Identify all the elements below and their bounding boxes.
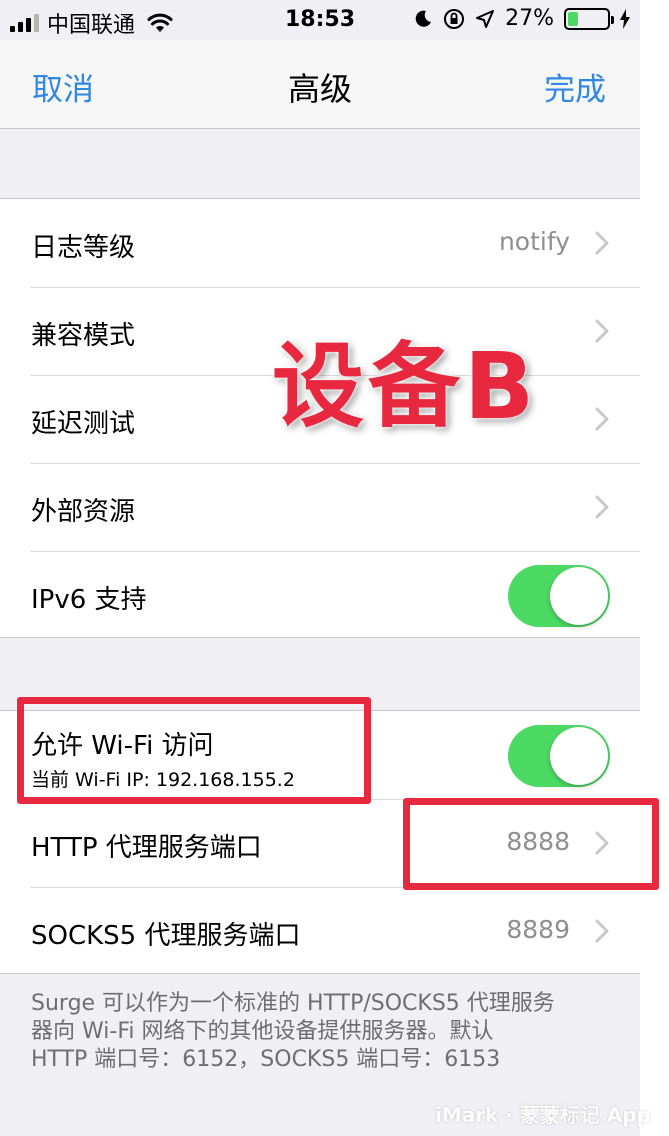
battery-fill	[568, 11, 579, 26]
chevron-right-icon	[595, 919, 610, 943]
log-level-label: 日志等级	[31, 233, 136, 263]
external-resources-row[interactable]: 外部资源	[0, 463, 640, 551]
socks5-port-label: SOCKS5 代理服务端口	[31, 921, 301, 951]
wifi-access-highlight-box	[17, 697, 371, 804]
http-port-label: HTTP 代理服务端口	[31, 833, 262, 863]
chevron-right-icon	[595, 495, 610, 519]
location-icon	[476, 9, 495, 28]
device-b-annotation: 设备B	[272, 333, 539, 440]
moon-icon	[415, 10, 432, 27]
footer-line-1: Surge 可以作为一个标准的 HTTP/SOCKS5 代理服务	[31, 991, 555, 1016]
log-level-value: notify	[498, 227, 570, 256]
http-port-highlight-box	[403, 798, 659, 890]
settings-screen: 中国联通 18:53 27% 取消 高级 完成 日志等级 notify 兼容模式…	[0, 0, 640, 1136]
done-button[interactable]: 完成	[544, 64, 606, 109]
chevron-right-icon	[595, 231, 610, 255]
footer-line-2: 器向 Wi-Fi 网络下的其他设备提供服务器。默认	[31, 1019, 494, 1044]
chevron-right-icon	[595, 319, 610, 343]
delay-test-label: 延迟测试	[31, 409, 136, 439]
ipv6-toggle[interactable]	[508, 565, 610, 627]
compat-mode-label: 兼容模式	[31, 321, 136, 351]
charging-bolt-icon	[620, 8, 630, 29]
rotation-lock-icon	[444, 8, 465, 29]
watermark: iMark · 蒙蒙标记 App	[434, 1103, 651, 1127]
socks5-port-value: 8889	[506, 915, 570, 944]
ipv6-row: IPv6 支持	[0, 551, 640, 639]
status-bar: 中国联通 18:53 27%	[0, 0, 640, 40]
navigation-bar: 取消 高级 完成	[0, 40, 640, 129]
log-level-row[interactable]: 日志等级 notify	[0, 199, 640, 287]
chevron-right-icon	[595, 407, 610, 431]
socks5-port-row[interactable]: SOCKS5 代理服务端口 8889	[0, 887, 640, 975]
toggle-knob	[550, 567, 608, 625]
battery-icon	[564, 7, 614, 30]
external-resources-label: 外部资源	[31, 497, 136, 527]
footer-line-3: HTTP 端口号：6152，SOCKS5 端口号：6153	[31, 1047, 501, 1072]
wifi-access-toggle[interactable]	[508, 725, 610, 787]
battery-percent: 27%	[505, 6, 554, 31]
proxy-footer-note: Surge 可以作为一个标准的 HTTP/SOCKS5 代理服务 器向 Wi-F…	[31, 990, 621, 1074]
ipv6-label: IPv6 支持	[31, 585, 147, 615]
status-right: 27%	[413, 6, 630, 31]
toggle-knob	[550, 727, 608, 785]
